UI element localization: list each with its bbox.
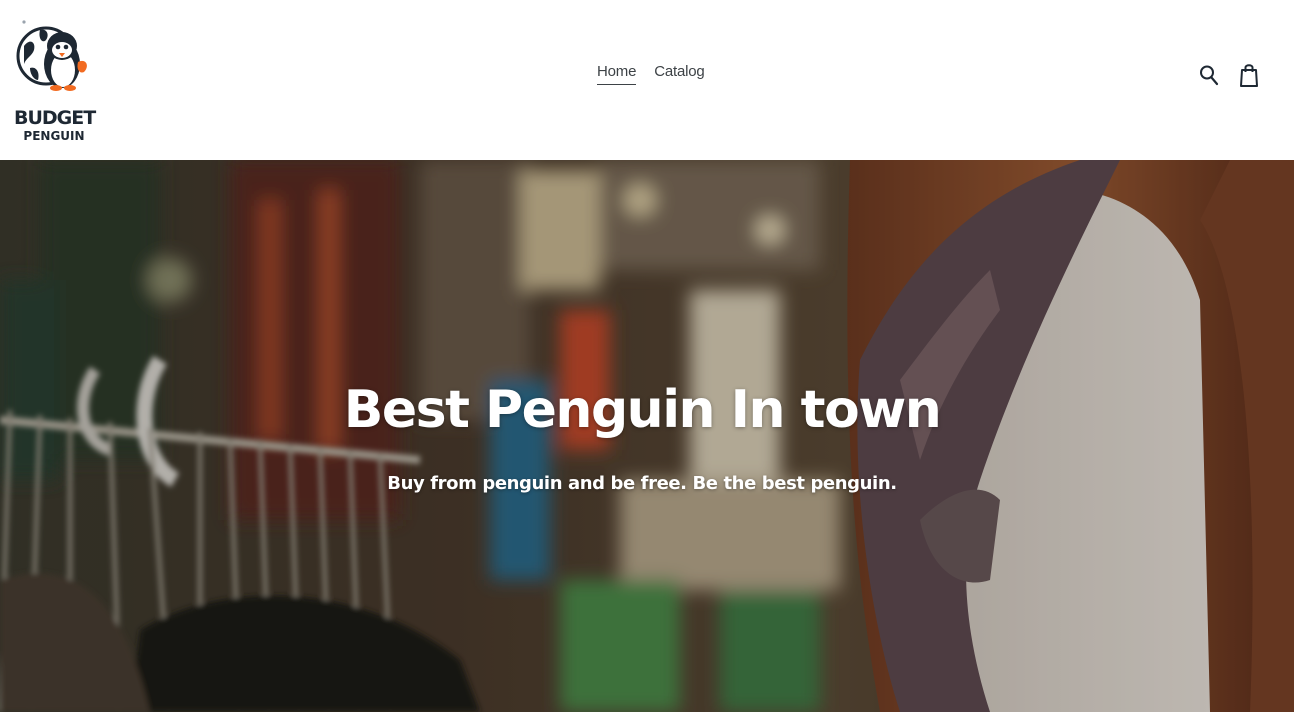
brand-line1: BUDGET [14,107,96,129]
shopping-bag-icon [1240,64,1258,87]
brand-logo[interactable]: BUDGET PENGUIN [12,8,96,148]
cart-button[interactable] [1236,60,1262,90]
header-icons [1196,60,1262,90]
hero-title: Best Penguin In town [343,380,942,440]
site-header: BUDGET PENGUIN Home Catalog [0,0,1300,160]
hero-banner: Best Penguin In town Buy from penguin an… [0,160,1294,712]
search-icon [1200,65,1219,86]
nav-link-catalog[interactable]: Catalog [654,62,705,85]
search-button[interactable] [1196,60,1222,90]
hero-subtitle: Buy from penguin and be free. Be the bes… [387,473,897,494]
brand-line2: PENGUIN [23,129,85,143]
nav-link-home[interactable]: Home [597,62,636,85]
penguin-globe-logo-icon [16,20,87,91]
